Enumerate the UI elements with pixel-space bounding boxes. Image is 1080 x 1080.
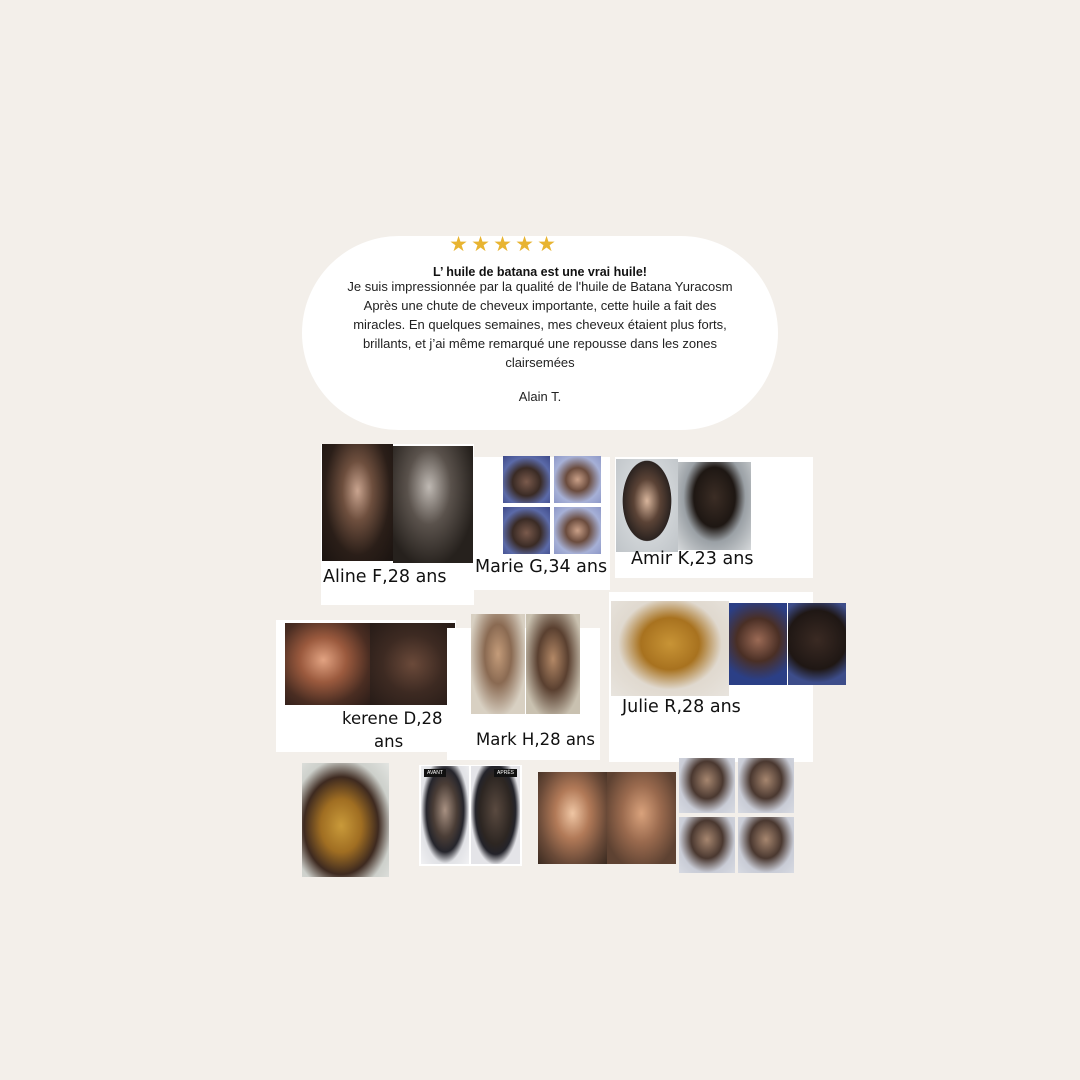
after-photo: APRÈS: [471, 766, 520, 864]
before-photo: [322, 444, 393, 561]
after-photo: [738, 817, 794, 873]
star-icon: ★: [449, 233, 468, 256]
after-photo: [554, 507, 601, 554]
before-photo: [503, 456, 550, 503]
product-jar-photo: [611, 601, 729, 696]
testimonial-caption: Marie G,34 ans: [475, 557, 608, 577]
after-photo: [370, 623, 455, 705]
before-photo: [503, 507, 550, 554]
after-tag: APRÈS: [494, 769, 517, 777]
before-photo: [679, 758, 735, 813]
testimonial-caption: ans: [374, 732, 404, 751]
testimonial-caption: kerene D,28: [342, 709, 443, 728]
star-icon: ★: [493, 233, 512, 256]
after-photo: [678, 462, 751, 550]
testimonial-caption: Aline F,28 ans: [323, 567, 447, 587]
before-photo: [679, 817, 735, 873]
star-icon: ★: [471, 233, 490, 256]
star-icon: ★: [537, 233, 556, 256]
before-photo: [616, 459, 678, 552]
after-photo: [738, 758, 794, 813]
after-photo: [526, 614, 580, 714]
review-body: Je suis impressionnée par la qualité de …: [347, 279, 733, 370]
before-tag: AVANT: [424, 769, 446, 777]
after-photo: [554, 456, 601, 503]
after-photo: [393, 446, 473, 563]
before-photo: [538, 772, 607, 864]
before-photo: AVANT: [421, 766, 469, 864]
after-photo: [788, 603, 846, 685]
before-photo: [285, 623, 370, 705]
product-in-hand-photo: [302, 763, 389, 877]
rating-stars: ★ ★ ★ ★ ★: [448, 234, 558, 258]
star-icon: ★: [515, 233, 534, 256]
review-author: Alain T.: [518, 389, 562, 404]
before-photo: [729, 603, 787, 685]
testimonial-caption: Mark H,28 ans: [476, 730, 595, 749]
before-photo: [471, 614, 525, 714]
after-photo: [607, 772, 676, 864]
testimonial-caption: Amir K,23 ans: [631, 549, 754, 569]
testimonial-caption: Julie R,28 ans: [622, 697, 741, 717]
